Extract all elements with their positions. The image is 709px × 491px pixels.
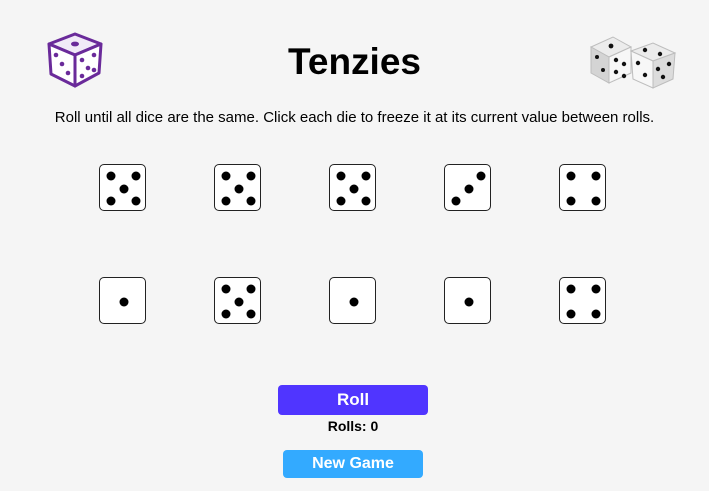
rolls-counter: Rolls: 0 bbox=[327, 418, 379, 434]
die-pip bbox=[234, 184, 243, 193]
die-pip bbox=[246, 284, 256, 294]
two-dice-icon bbox=[589, 36, 677, 89]
die-pip bbox=[566, 196, 576, 206]
die-pip bbox=[106, 171, 116, 181]
die-pip bbox=[566, 171, 576, 181]
die-pip bbox=[349, 184, 358, 193]
die-pip bbox=[221, 309, 231, 319]
die-pip bbox=[221, 196, 231, 206]
die-pip bbox=[221, 284, 231, 294]
die[interactable] bbox=[559, 164, 606, 211]
die-pip bbox=[591, 284, 601, 294]
die-pip bbox=[234, 297, 243, 306]
die-pip bbox=[246, 309, 256, 319]
die[interactable] bbox=[444, 164, 491, 211]
die-pip bbox=[591, 171, 601, 181]
die-pip bbox=[361, 171, 371, 181]
die-pip bbox=[119, 184, 128, 193]
die[interactable] bbox=[559, 277, 606, 324]
die-pip bbox=[349, 297, 358, 306]
die-pip bbox=[336, 196, 346, 206]
die-pip bbox=[591, 309, 601, 319]
die-pip bbox=[451, 196, 461, 206]
die-pip bbox=[246, 196, 256, 206]
die-pip bbox=[361, 196, 371, 206]
roll-button[interactable]: Roll bbox=[278, 385, 428, 415]
die[interactable] bbox=[214, 277, 261, 324]
instructions-text: Roll until all dice are the same. Click … bbox=[54, 109, 655, 126]
die-pip bbox=[336, 171, 346, 181]
die-pip bbox=[464, 184, 473, 193]
die-pip bbox=[476, 171, 486, 181]
die[interactable] bbox=[329, 164, 376, 211]
die[interactable] bbox=[444, 277, 491, 324]
new-game-button[interactable]: New Game bbox=[283, 450, 423, 478]
die[interactable] bbox=[214, 164, 261, 211]
die-pip bbox=[106, 196, 116, 206]
die-pip bbox=[591, 196, 601, 206]
die-pip bbox=[566, 309, 576, 319]
die[interactable] bbox=[99, 164, 146, 211]
die-pip bbox=[246, 171, 256, 181]
die-pip bbox=[119, 297, 128, 306]
die-pip bbox=[464, 297, 473, 306]
die-pip bbox=[566, 284, 576, 294]
die[interactable] bbox=[329, 277, 376, 324]
die-pip bbox=[131, 171, 141, 181]
die-pip bbox=[131, 196, 141, 206]
die-pip bbox=[221, 171, 231, 181]
die[interactable] bbox=[99, 277, 146, 324]
tenzies-app: Tenzies Roll until all dice are the same… bbox=[0, 0, 709, 491]
